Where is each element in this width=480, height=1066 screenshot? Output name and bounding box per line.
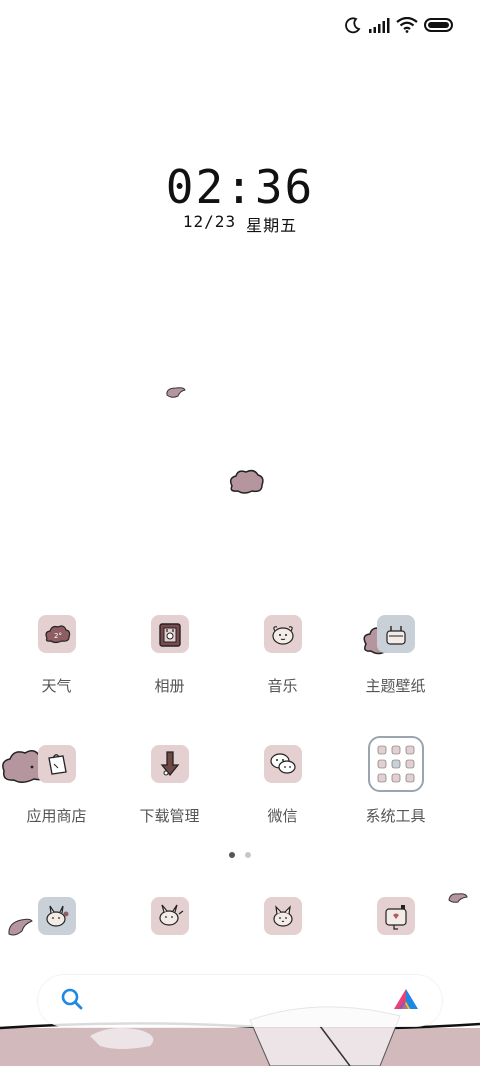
- app-music[interactable]: 音乐: [226, 615, 339, 695]
- messages-icon[interactable]: [150, 897, 189, 935]
- weekday-text: 星期五: [246, 216, 298, 235]
- page-indicator: [0, 852, 480, 858]
- downloads-icon[interactable]: [150, 745, 189, 783]
- camera-icon[interactable]: [376, 897, 415, 935]
- dock: [0, 897, 480, 935]
- app-label: 音乐: [267, 678, 298, 695]
- app-label: 天气: [41, 678, 72, 695]
- app-gallery[interactable]: 相册: [113, 615, 226, 695]
- app-grid-row-2: 应用商店 下载管理 微信 系统工具: [0, 736, 480, 825]
- app-system-tools[interactable]: 系统工具: [339, 736, 452, 825]
- weather-icon[interactable]: 2°: [37, 615, 76, 653]
- svg-text:2°: 2°: [54, 632, 62, 640]
- app-label: 系统工具: [365, 808, 426, 825]
- music-icon[interactable]: [263, 615, 302, 653]
- clock-time: 02:36: [165, 160, 315, 214]
- themes-icon[interactable]: [376, 615, 415, 653]
- search-bar[interactable]: [38, 975, 442, 1027]
- browser-icon[interactable]: [263, 897, 302, 935]
- search-icon[interactable]: [60, 987, 84, 1016]
- battery-icon: [424, 17, 454, 38]
- app-label: 相册: [154, 678, 185, 695]
- app-themes[interactable]: 主题壁纸: [339, 615, 452, 695]
- phone-icon[interactable]: [37, 897, 76, 935]
- app-label: 主题壁纸: [365, 678, 426, 695]
- app-weather[interactable]: 2° 天气: [0, 615, 113, 695]
- dock-app-browser[interactable]: [226, 897, 339, 935]
- page-dot-active[interactable]: [229, 852, 235, 858]
- wifi-icon: [396, 16, 418, 38]
- moon-icon: [344, 16, 362, 39]
- app-label: 下载管理: [139, 808, 200, 825]
- date-text: 12/23: [182, 212, 237, 231]
- clock-date: 12/23 星期五: [0, 212, 480, 236]
- dock-app-messages[interactable]: [113, 897, 226, 935]
- petal-decoration: [166, 387, 186, 398]
- system-tools-folder-icon[interactable]: [367, 736, 424, 792]
- dock-app-camera[interactable]: [339, 897, 452, 935]
- app-grid-row-1: 2° 天气 相册 音乐 主题壁纸: [0, 615, 480, 695]
- app-wechat[interactable]: 微信: [226, 745, 339, 825]
- page-dot[interactable]: [245, 852, 251, 858]
- app-label: 应用商店: [26, 808, 87, 825]
- cloud-decoration: [229, 469, 264, 494]
- signal-icon: [368, 17, 390, 38]
- app-downloads[interactable]: 下载管理: [113, 745, 226, 825]
- dock-app-phone[interactable]: [0, 897, 113, 935]
- gallery-icon[interactable]: [150, 615, 189, 653]
- status-bar: [344, 16, 454, 39]
- clock-widget[interactable]: 02:36 12/23 星期五: [0, 160, 480, 236]
- app-app-store[interactable]: 应用商店: [0, 745, 113, 825]
- wechat-icon[interactable]: [263, 745, 302, 783]
- app-store-icon[interactable]: [37, 745, 76, 783]
- app-label: 微信: [267, 808, 298, 825]
- assistant-icon[interactable]: [392, 987, 420, 1016]
